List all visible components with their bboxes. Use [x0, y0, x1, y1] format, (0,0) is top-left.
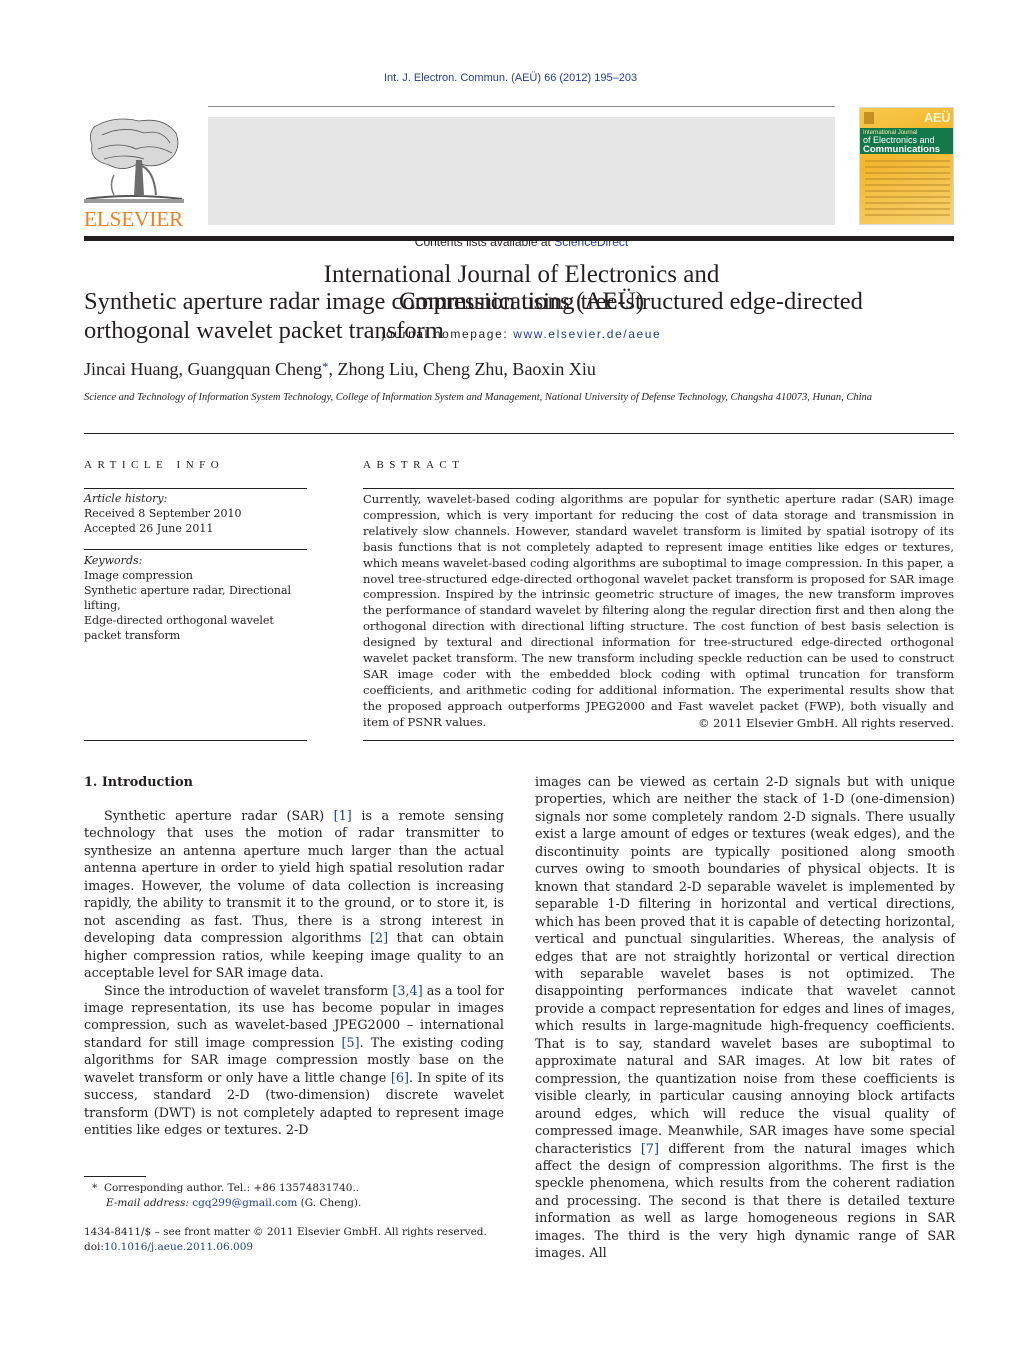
affiliation-rule: [84, 433, 954, 434]
keyword-item: Synthetic aperture radar, Directional li…: [84, 584, 292, 612]
elsevier-wordmark: ELSEVIER: [84, 207, 184, 231]
cover-emblem-icon: [864, 112, 874, 124]
body-column-left: 1. Introduction Synthetic aperture radar…: [84, 774, 504, 1140]
issn-line: 1434-8411/$ – see front matter © 2011 El…: [84, 1226, 487, 1238]
header-thick-rule: [84, 236, 954, 241]
paragraph: Since the introduction of wavelet transf…: [84, 983, 504, 1140]
author-list: Jincai Huang, Guangquan Cheng*, Zhong Li…: [84, 359, 959, 380]
journal-banner: Contents lists available at ScienceDirec…: [208, 117, 835, 341]
article-info-heading: ARTICLE INFO: [84, 459, 225, 471]
authors-rest: , Zhong Liu, Cheng Zhu, Baoxin Xiu: [328, 359, 596, 379]
body-column-right: images can be viewed as certain 2-D sign…: [535, 774, 955, 1263]
authors-first: Jincai Huang, Guangquan Cheng: [84, 359, 322, 379]
text-run: images can be viewed as certain 2-D sign…: [535, 775, 955, 1157]
keyword-item: Image compression: [84, 569, 193, 582]
footnote-corresponding: * Corresponding author. Tel.: +86 135748…: [92, 1181, 512, 1196]
article-title: Synthetic aperture radar image compressi…: [84, 288, 863, 344]
reference-link[interactable]: [2]: [370, 931, 388, 946]
text-run: Synthetic aperture radar (SAR): [104, 809, 334, 824]
email-label: E-mail address:: [106, 1197, 189, 1209]
section-heading-introduction: 1. Introduction: [84, 775, 193, 790]
article-info-rule-top: [84, 488, 307, 489]
reference-link[interactable]: [6]: [391, 1071, 409, 1086]
cover-line3: Communications: [863, 144, 941, 155]
paragraph: Synthetic aperture radar (SAR) [1] is a …: [84, 808, 504, 983]
journal-title-line1: International Journal of Electronics and: [323, 261, 720, 288]
corresponding-author-note: Corresponding author. Tel.: +86 13574831…: [103, 1182, 360, 1194]
doi-line: doi:10.1016/j.aeue.2011.06.009: [84, 1240, 514, 1255]
reference-link[interactable]: [1]: [334, 809, 352, 824]
keywords-label: Keywords:: [84, 554, 143, 567]
elsevier-tree-icon: [84, 118, 184, 203]
cover-contents-lines: [865, 160, 950, 220]
doi-prefix: doi:: [84, 1241, 104, 1253]
article-info-rule-bottom: [84, 740, 307, 741]
cover-badge: AEÜ: [924, 110, 950, 125]
article-info-rule-mid: [84, 549, 307, 550]
article-history: Article history: Received 8 September 20…: [84, 491, 309, 536]
elsevier-logo[interactable]: ELSEVIER: [84, 115, 186, 231]
bottom-info: 1434-8411/$ – see front matter © 2011 El…: [84, 1225, 514, 1255]
header-rule: [208, 106, 835, 107]
email-link[interactable]: cgq299@gmail.com: [192, 1197, 297, 1209]
abstract-rule-bottom: [363, 740, 954, 741]
doi-link[interactable]: 10.1016/j.aeue.2011.06.009: [104, 1241, 253, 1253]
email-suffix: (G. Cheng).: [297, 1197, 362, 1209]
footnote: * Corresponding author. Tel.: +86 135748…: [92, 1181, 512, 1211]
received-date: Received 8 September 2010: [84, 507, 242, 520]
footnote-email: E-mail address: cgq299@gmail.com (G. Che…: [92, 1196, 512, 1211]
abstract-rule-top: [363, 488, 954, 489]
footnote-rule: [84, 1176, 146, 1177]
text-run: is a remote sensing technology that uses…: [84, 809, 504, 947]
reference-link[interactable]: [7]: [641, 1142, 659, 1157]
reference-link[interactable]: [3,4]: [392, 984, 422, 999]
affiliation: Science and Technology of Information Sy…: [84, 392, 873, 403]
journal-citation[interactable]: Int. J. Electron. Commun. (AEÜ) 66 (2012…: [0, 72, 1021, 84]
journal-cover-image[interactable]: AEÜ International Journal of Electronics…: [859, 107, 954, 225]
accepted-date: Accepted 26 June 2011: [84, 522, 214, 535]
reference-link[interactable]: [5]: [341, 1036, 359, 1051]
abstract-heading: ABSTRACT: [363, 459, 465, 471]
text-run: different from the natural images which …: [535, 1141, 955, 1262]
history-label: Article history:: [84, 492, 168, 505]
footnote-mark: *: [92, 1182, 98, 1194]
text-run: Since the introduction of wavelet transf…: [104, 983, 393, 999]
keywords: Keywords: Image compression Synthetic ap…: [84, 553, 309, 643]
abstract-copyright: © 2011 Elsevier GmbH. All rights reserve…: [697, 716, 954, 730]
abstract-text: Currently, wavelet-based coding algorith…: [363, 492, 954, 729]
paragraph: images can be viewed as certain 2-D sign…: [535, 774, 955, 1263]
keyword-item: Edge-directed orthogonal wavelet packet …: [84, 614, 274, 642]
